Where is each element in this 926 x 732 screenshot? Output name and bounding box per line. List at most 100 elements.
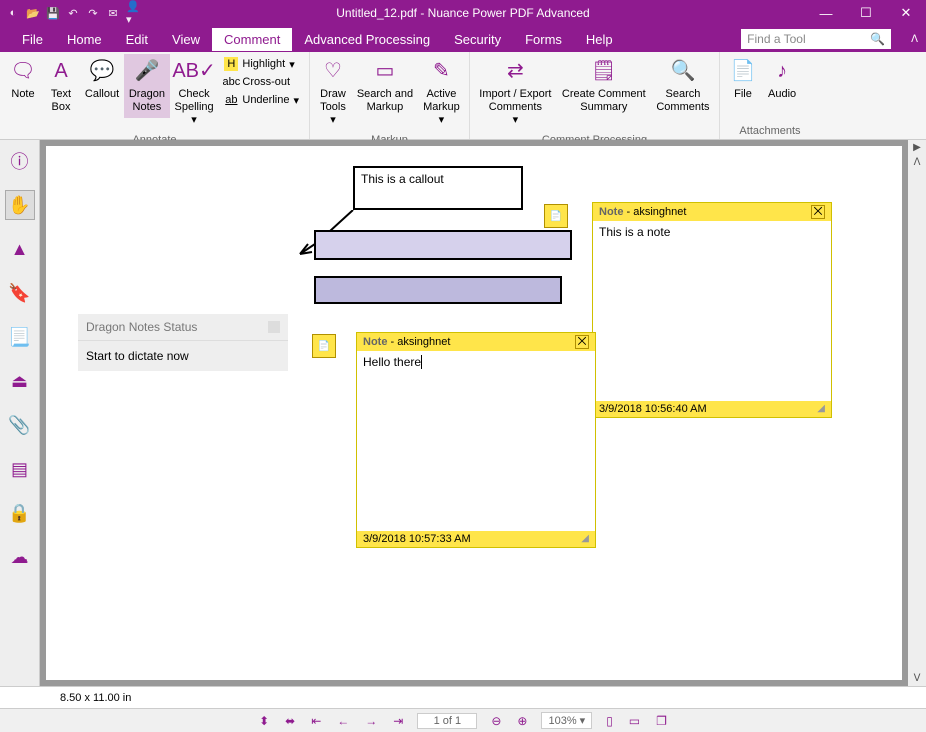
search-comments-icon: 🔍 [670, 58, 696, 84]
zoom-in-button[interactable]: ⊕ [515, 714, 529, 728]
info-tool[interactable]: ⓘ [5, 146, 35, 176]
page-number-input[interactable]: 1 of 1 [417, 713, 477, 729]
pages-panel[interactable]: 📃 [5, 322, 35, 352]
sticky-note-icon-1[interactable]: 📄 [544, 204, 568, 228]
tab-advanced[interactable]: Advanced Processing [292, 28, 442, 51]
pen-icon: ✎ [428, 58, 454, 84]
view-continuous-icon[interactable]: ▭ [627, 714, 642, 728]
search-comments-button[interactable]: 🔍Search Comments [651, 54, 715, 118]
sticky-note-icon-2[interactable]: 📄 [312, 334, 336, 358]
zoom-out-button[interactable]: ⊖ [489, 714, 503, 728]
bookmarks-panel[interactable]: 🔖 [5, 278, 35, 308]
redo-icon[interactable]: ↷ [86, 6, 100, 20]
summary-icon: 🗒 [591, 58, 617, 84]
audio-icon: ♪ [769, 58, 795, 84]
title-bar: ◐ 📂 💾 ↶ ↷ ✉ 👤▾ Untitled_12.pdf - Nuance … [0, 0, 926, 26]
underline-button[interactable]: abUnderline ▾ [222, 92, 301, 108]
save-icon[interactable]: 💾 [46, 6, 60, 20]
scroll-right-icon[interactable]: ▶ [911, 140, 923, 155]
cloud-panel[interactable]: ☁ [5, 542, 35, 572]
dragon-notes-panel[interactable]: Dragon Notes Status Start to dictate now [78, 314, 288, 371]
fit-width-icon[interactable]: ⬍ [257, 714, 271, 728]
tab-forms[interactable]: Forms [513, 28, 574, 51]
group-label-attachments: Attachments [724, 123, 816, 139]
panel-control-icon[interactable] [268, 321, 280, 333]
tab-comment[interactable]: Comment [212, 28, 292, 51]
select-icon: ▭ [372, 58, 398, 84]
mail-icon[interactable]: ✉ [106, 6, 120, 20]
menu-bar: File Home Edit View Comment Advanced Pro… [0, 26, 926, 52]
tab-edit[interactable]: Edit [114, 28, 160, 51]
import-export-comments-button[interactable]: ⇄Import / Export Comments▾ [474, 54, 557, 132]
dragon-panel-title: Dragon Notes Status [86, 320, 197, 334]
draw-tools-button[interactable]: ♡Draw Tools▾ [314, 54, 352, 132]
vertical-scrollbar[interactable]: ▶ ᐱ ᐯ [908, 140, 926, 686]
tab-home[interactable]: Home [55, 28, 114, 51]
comment-summary-button[interactable]: 🗒Create Comment Summary [557, 54, 651, 118]
attach-audio-button[interactable]: ♪Audio [762, 54, 802, 105]
find-tool-search[interactable]: Find a Tool 🔍 [741, 29, 891, 49]
next-page-button[interactable]: → [363, 714, 379, 728]
attach-file-button[interactable]: 📄File [724, 54, 762, 105]
note-popup-2[interactable]: Note - aksinghnet ⨉ Hello there 3/9/2018… [356, 332, 596, 548]
note-close-icon[interactable]: ⨉ [811, 205, 825, 219]
textbox-button[interactable]: AText Box [42, 54, 80, 118]
dragon-notes-button[interactable]: 🎤Dragon Notes [124, 54, 170, 118]
stamps-panel[interactable]: ⏏ [5, 366, 35, 396]
last-page-button[interactable]: ⇥ [391, 714, 405, 728]
shape-rectangle-1[interactable] [314, 230, 572, 260]
undo-icon[interactable]: ↶ [66, 6, 80, 20]
main-area: ⓘ ✋ ▲ 🔖 📃 ⏏ 📎 ▤ 🔒 ☁ This is a callout 📄 … [0, 140, 926, 686]
fit-page-icon[interactable]: ⬌ [283, 714, 297, 728]
security-panel[interactable]: 🔒 [5, 498, 35, 528]
user-icon[interactable]: 👤▾ [126, 6, 140, 20]
dragon-panel-body: Start to dictate now [78, 341, 288, 371]
tab-view[interactable]: View [160, 28, 212, 51]
spellcheck-button[interactable]: AB✓Check Spelling▾ [170, 54, 219, 132]
note-popup-1[interactable]: Note - aksinghnet ⨉ This is a note 3/9/2… [592, 202, 832, 418]
minimize-button[interactable]: — [806, 0, 846, 26]
close-button[interactable]: ✕ [886, 0, 926, 26]
tab-security[interactable]: Security [442, 28, 513, 51]
tab-help[interactable]: Help [574, 28, 625, 51]
textbox-icon: A [48, 58, 74, 84]
highlight-button[interactable]: HHighlight ▾ [222, 56, 301, 72]
resize-grip-icon[interactable]: ◢ [581, 533, 589, 545]
select-tool[interactable]: ▲ [5, 234, 35, 264]
document-viewport[interactable]: This is a callout 📄 📄 Note - aksinghnet … [40, 140, 926, 686]
callout-annotation[interactable]: This is a callout [353, 166, 523, 210]
tab-file[interactable]: File [10, 28, 55, 51]
note-body[interactable]: Hello there [357, 351, 595, 531]
note-body[interactable]: This is a note [593, 221, 831, 401]
resize-grip-icon[interactable]: ◢ [817, 403, 825, 415]
search-markup-button[interactable]: ▭Search and Markup [352, 54, 418, 118]
first-page-button[interactable]: ⇤ [309, 714, 323, 728]
view-facing-icon[interactable]: ❐ [654, 714, 669, 728]
open-icon[interactable]: 📂 [26, 6, 40, 20]
page-canvas[interactable]: This is a callout 📄 📄 Note - aksinghnet … [46, 146, 902, 680]
callout-text: This is a callout [361, 172, 444, 186]
active-markup-button[interactable]: ✎Active Markup▾ [418, 54, 465, 132]
view-single-icon[interactable]: ▯ [604, 714, 615, 728]
crossout-button[interactable]: abcCross-out [222, 74, 301, 90]
hand-tool[interactable]: ✋ [5, 190, 35, 220]
ribbon-collapse-icon[interactable]: ᐱ [911, 34, 918, 45]
app-icon: ◐ [6, 6, 20, 20]
scroll-up-icon[interactable]: ᐱ [912, 155, 923, 170]
note-timestamp: 3/9/2018 10:57:33 AM [363, 533, 471, 545]
file-icon: 📄 [730, 58, 756, 84]
note-close-icon[interactable]: ⨉ [575, 335, 589, 349]
zoom-level-select[interactable]: 103% ▾ [541, 712, 592, 729]
forms-panel[interactable]: ▤ [5, 454, 35, 484]
search-placeholder: Find a Tool [747, 32, 805, 46]
note-timestamp: 3/9/2018 10:56:40 AM [599, 403, 707, 415]
attachments-panel[interactable]: 📎 [5, 410, 35, 440]
spellcheck-icon: AB✓ [181, 58, 207, 84]
scroll-down-icon[interactable]: ᐯ [912, 671, 923, 686]
callout-button[interactable]: 💬Callout [80, 54, 124, 105]
prev-page-button[interactable]: ← [335, 714, 351, 728]
heart-icon: ♡ [320, 58, 346, 84]
note-button[interactable]: 🗨Note [4, 54, 42, 105]
maximize-button[interactable]: ☐ [846, 0, 886, 26]
shape-rectangle-2[interactable] [314, 276, 562, 304]
